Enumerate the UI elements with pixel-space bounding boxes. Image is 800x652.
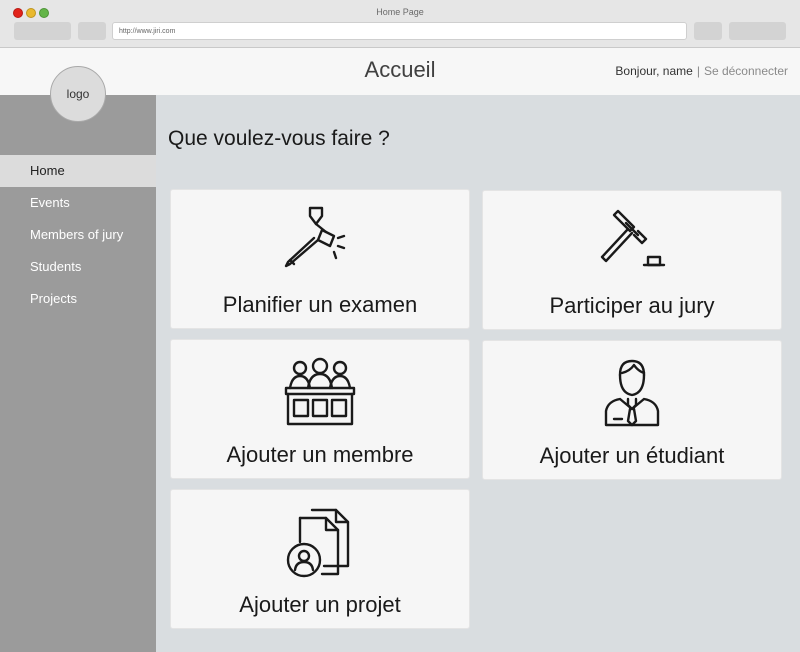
sidebar-item-members-of-jury[interactable]: Members of jury	[0, 219, 156, 251]
card-label: Participer au jury	[549, 293, 715, 318]
browser-chrome: Home Page http://www.jiri.com	[0, 0, 800, 48]
project-documents-icon	[282, 504, 358, 580]
logo[interactable]: logo	[50, 66, 106, 122]
gavel-pencil-icon	[282, 204, 358, 280]
jury-panel-icon	[282, 354, 358, 430]
card-label: Ajouter un étudiant	[539, 443, 725, 468]
browser-action-button[interactable]	[694, 22, 722, 40]
address-bar[interactable]: http://www.jiri.com	[112, 22, 687, 40]
card-label: Ajouter un membre	[226, 442, 414, 467]
separator: |	[696, 64, 700, 78]
sidebar-nav: Home Events Members of jury Students Pro…	[0, 155, 156, 315]
card-join-jury[interactable]: Participer au jury	[482, 190, 782, 330]
back-button[interactable]	[14, 22, 71, 40]
logout-link[interactable]: Se déconnecter	[704, 64, 788, 78]
main-question: Que voulez-vous faire ?	[168, 127, 390, 150]
card-add-project[interactable]: Ajouter un projet	[170, 489, 470, 629]
user-greeting: Bonjour, name	[615, 64, 693, 78]
main-content: Que voulez-vous faire ? Planifier un exa…	[156, 95, 800, 652]
gavel-icon	[594, 205, 670, 281]
student-icon	[594, 355, 670, 431]
user-greeting-area: Bonjour, name | Se déconnecter	[615, 64, 788, 78]
sidebar-item-students[interactable]: Students	[0, 251, 156, 283]
card-add-student[interactable]: Ajouter un étudiant	[482, 340, 782, 480]
browser-menu-button[interactable]	[729, 22, 786, 40]
sidebar-item-projects[interactable]: Projects	[0, 283, 156, 315]
browser-tab-title: Home Page	[376, 7, 424, 17]
forward-button[interactable]	[78, 22, 106, 40]
sidebar-item-home[interactable]: Home	[0, 155, 156, 187]
card-plan-exam[interactable]: Planifier un examen	[170, 189, 470, 329]
sidebar-item-events[interactable]: Events	[0, 187, 156, 219]
card-add-member[interactable]: Ajouter un membre	[170, 339, 470, 479]
sidebar: Home Events Members of jury Students Pro…	[0, 95, 156, 652]
card-label: Ajouter un projet	[239, 592, 401, 617]
card-label: Planifier un examen	[222, 292, 418, 317]
